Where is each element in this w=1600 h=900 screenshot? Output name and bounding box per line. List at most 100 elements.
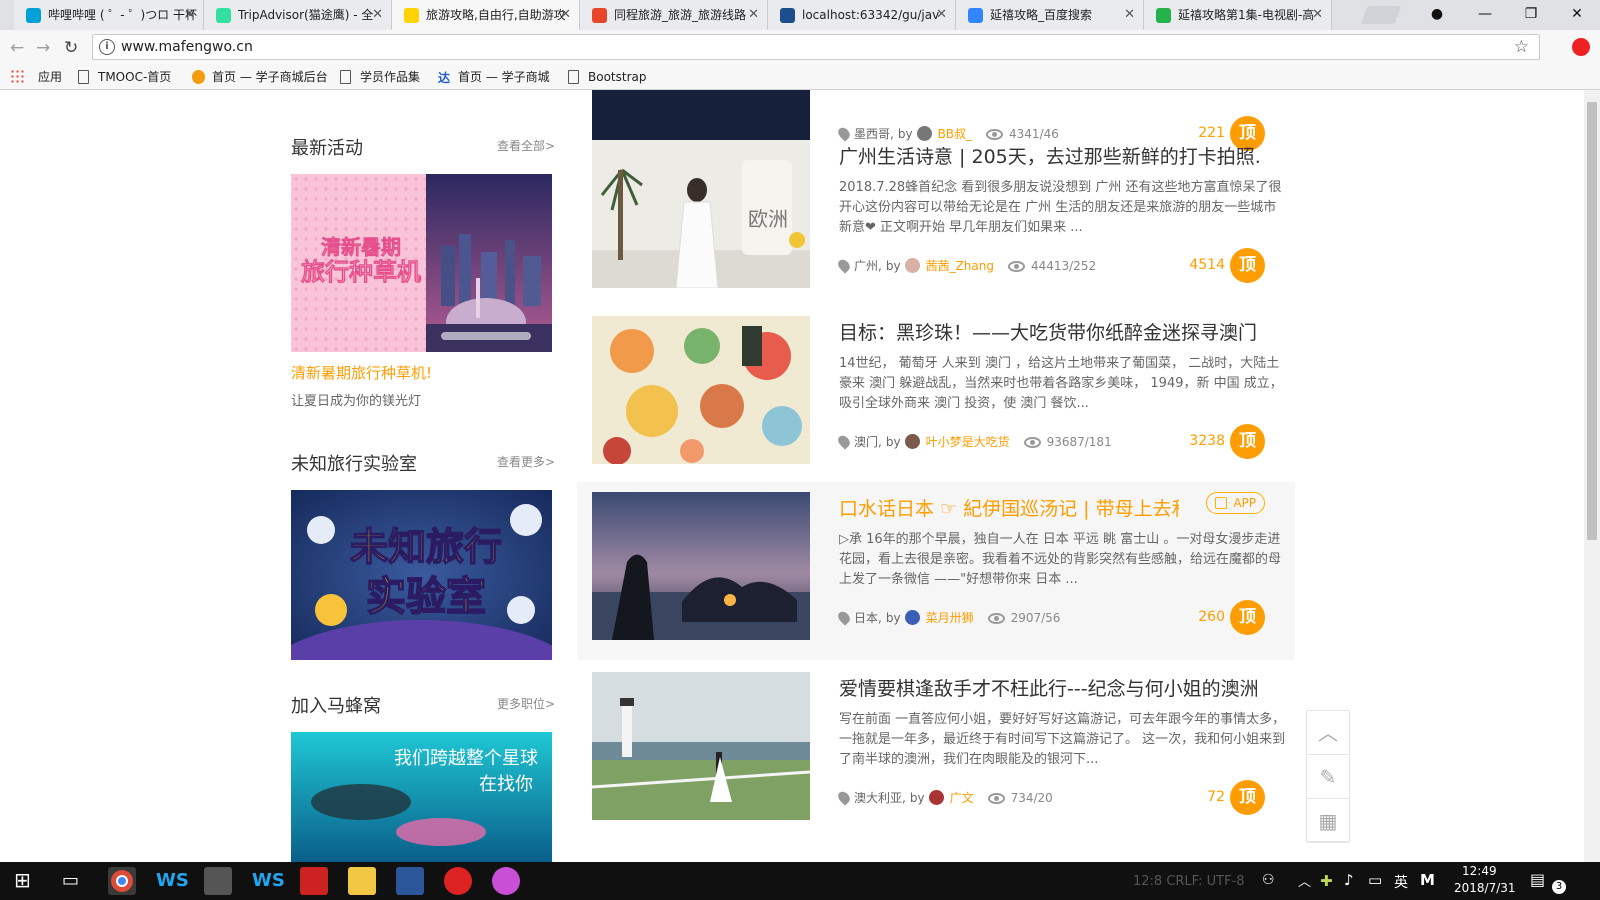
page-scrollbar[interactable] [1584,90,1600,862]
note-summary[interactable]: 2018.7.28蜂首纪念 看到很多朋友说没想到 广州 还有这些地方富直惊呆了很… [839,178,1287,238]
view-more-link[interactable]: 查看更多> [497,453,555,470]
webstorm-icon[interactable]: WS [252,867,285,895]
new-tab-button[interactable] [1360,6,1402,24]
back-to-top-icon[interactable]: ︿ [1307,711,1349,755]
bookmark-shop[interactable]: 达首页 — 学子商城 [438,69,550,85]
more-jobs-link[interactable]: 更多职位> [497,695,555,712]
bookmark-admin[interactable]: 首页 — 学子商城后台 [192,69,328,85]
app-icon[interactable] [492,867,520,895]
upvote-button[interactable]: 顶 [1230,424,1265,459]
close-icon[interactable]: ✕ [184,0,195,30]
note-summary[interactable]: 14世纪， 葡萄牙 人来到 澳门 ，给这片土地带来了葡国菜， 二战时，大陆土豪来… [839,354,1287,414]
browser-tab[interactable]: TripAdvisor(猫途鹰) - 全 ✕ [204,0,392,30]
note-title[interactable]: 口水话日本 ☞ 紀伊国巡汤记 | 带母上去和... [839,494,1179,521]
edit-icon[interactable]: ✎ [1307,755,1349,799]
note-title[interactable]: 爱情要棋逢敌手才不枉此行---纪念与何小姐的澳洲... [839,674,1259,701]
browser-tab[interactable]: 同程旅游_旅游_旅游线路 ✕ [580,0,768,30]
note-thumbnail[interactable] [592,672,810,820]
app-icon[interactable] [300,867,328,895]
travel-note-item[interactable]: 目标：黑珍珠！——大吃货带你纸醉金迷探寻澳门... 14世纪， 葡萄牙 人来到 … [577,306,1295,484]
netease-music-icon[interactable] [444,867,472,895]
note-thumbnail[interactable] [592,316,810,464]
ime-icon[interactable]: M [1420,871,1435,889]
volume-icon[interactable]: ♪ [1344,871,1354,889]
security-tray-icon[interactable]: ✚ [1320,872,1333,890]
note-place[interactable]: 日本 [854,611,878,625]
maximize-button[interactable]: ❐ [1508,0,1554,30]
close-window-button[interactable]: ✕ [1554,0,1600,30]
avatar[interactable] [904,258,920,273]
avatar[interactable] [928,790,944,805]
extension-icon[interactable] [1572,38,1590,56]
webstorm-icon[interactable]: WS [156,867,189,895]
info-icon[interactable]: i [99,39,115,55]
scrollbar-thumb[interactable] [1587,102,1597,540]
travel-note-item[interactable]: 口水话日本 ☞ 紀伊国巡汤记 | 带母上去和... APP ▷承 16年的那个早… [577,482,1295,660]
note-thumbnail[interactable] [592,492,810,640]
sublime-icon[interactable] [204,867,232,895]
travel-note-item[interactable]: 爱情要棋逢敌手才不枉此行---纪念与何小姐的澳洲... 写在前面 一直答应何小姐… [577,662,1295,840]
clock-date[interactable]: 2018/7/31 [1454,881,1516,895]
url-text[interactable]: www.mafengwo.cn [121,39,253,55]
app-badge[interactable]: APP [1206,492,1265,514]
note-title[interactable]: 目标：黑珍珠！——大吃货带你纸醉金迷探寻澳门... [839,318,1259,345]
note-author[interactable]: 广文 [950,791,974,805]
input-method[interactable]: 英 [1394,872,1408,892]
note-place[interactable]: 澳大利亚 [854,791,902,805]
note-thumbnail[interactable]: 欧洲 [592,140,810,288]
notification-icon[interactable]: ▤ [1530,870,1545,889]
lab-banner[interactable]: 未知旅行 实验室 [291,490,552,660]
word-icon[interactable] [396,867,424,895]
upvote-button[interactable]: 顶 [1230,600,1265,635]
close-icon[interactable]: ✕ [1124,0,1135,30]
reload-icon[interactable]: ↻ [64,38,78,58]
note-summary[interactable]: ▷承 16年的那个早晨，独自一人在 日本 平远 眺 富士山 。一对母女漫步走进花… [839,530,1287,590]
upvote-button[interactable]: 顶 [1230,248,1265,283]
activity-banner[interactable]: 清新暑期 旅行种草机 [291,174,552,352]
close-icon[interactable]: ✕ [560,0,571,30]
bookmark-portfolio[interactable]: 学员作品集 [340,69,420,85]
tray-chevron-icon[interactable]: ︿ [1298,871,1311,890]
join-banner[interactable]: 我们跨越整个星球 在找你 [291,732,552,862]
note-place[interactable]: 广州 [854,259,878,273]
windows-start-icon[interactable]: ⊞ [14,868,31,892]
file-explorer-icon[interactable] [348,867,376,895]
profile-icon[interactable]: ● [1414,0,1460,30]
note-place[interactable]: 澳门 [854,435,878,449]
close-icon[interactable]: ✕ [372,0,383,30]
browser-tab-active[interactable]: 旅游攻略,自由行,自助游攻 ✕ [392,0,580,30]
view-all-link[interactable]: 查看全部> [497,137,555,154]
browser-tab[interactable]: 延禧攻略_百度搜索 ✕ [956,0,1144,30]
chrome-icon[interactable] [108,867,136,895]
close-icon[interactable]: ✕ [936,0,947,30]
close-icon[interactable]: ✕ [1312,0,1323,30]
people-icon[interactable]: ⚇ [1262,872,1275,888]
bookmark-tmooc[interactable]: TMOOC-首页 [78,69,171,85]
browser-tab[interactable]: localhost:63342/gu/jav ✕ [768,0,956,30]
bookmark-apps[interactable]: 应用 [18,69,62,85]
back-icon[interactable]: ← [10,38,24,58]
note-summary[interactable]: 写在前面 一直答应何小姐，要好好写好这篇游记，可去年跟今年的事情太多，一拖就是一… [839,710,1287,770]
avatar[interactable] [904,610,920,625]
forward-icon[interactable]: → [36,38,50,58]
note-author[interactable]: 茜茜_Zhang [926,259,994,273]
activity-caption[interactable]: 清新暑期旅行种草机! [291,362,432,383]
address-bar[interactable]: i www.mafengwo.cn ☆ [92,34,1540,60]
browser-tab[interactable]: 延禧攻略第1集-电视剧-高 ✕ [1144,0,1332,30]
qrcode-icon[interactable]: ▦ [1307,799,1349,843]
note-title[interactable]: 广州生活诗意 | 205天，去过那些新鲜的打卡拍照... [839,142,1259,169]
travel-note-item[interactable]: 欧洲 广州生活诗意 | 205天，去过那些新鲜的打卡拍照... 2018.7.2… [577,130,1295,308]
upvote-button[interactable]: 顶 [1230,780,1265,815]
bookmark-bootstrap[interactable]: Bootstrap [568,69,646,85]
page-icon [340,70,351,84]
close-icon[interactable]: ✕ [748,0,759,30]
browser-tab[interactable]: 哔哩哔哩 ( ゜- ゜)つロ 干杯 ✕ [14,0,204,30]
network-icon[interactable]: ▭ [1368,871,1382,889]
note-author[interactable]: 叶小梦是大吃货 [926,435,1010,449]
note-author[interactable]: 菜月卅狮 [926,611,974,625]
clock-time[interactable]: 12:49 [1462,864,1497,878]
minimize-button[interactable]: — [1462,0,1508,30]
bookmark-star-icon[interactable]: ☆ [1514,37,1529,57]
avatar[interactable] [904,434,920,449]
task-view-icon[interactable]: ▭ [62,870,79,891]
